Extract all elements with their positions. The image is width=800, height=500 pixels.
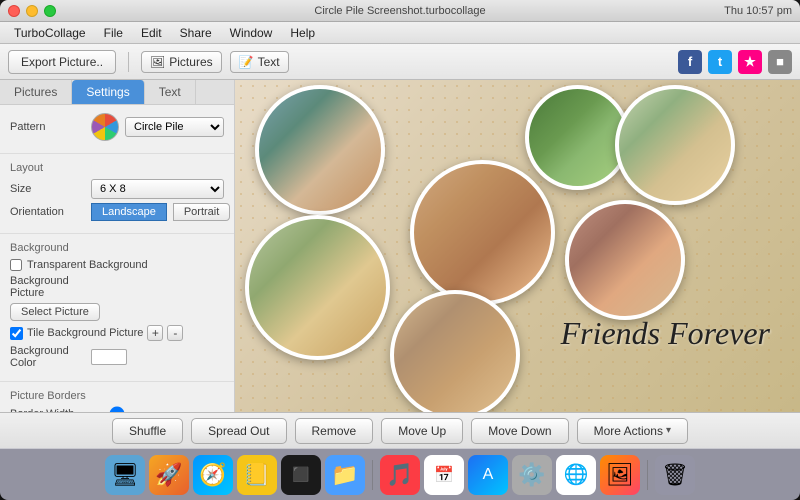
dock-trash[interactable]: 🗑 [655,455,695,495]
pattern-swatch[interactable] [91,113,119,141]
menu-bar: TurboCollage File Edit Share Window Help [0,22,800,44]
toolbar-separator [128,52,129,72]
text-icon: 📝 [239,55,254,69]
tab-pictures[interactable]: Pictures [0,80,72,104]
photo-circle-3[interactable] [615,85,735,205]
dock-separator [372,460,373,490]
maximize-button[interactable] [44,5,56,17]
app-toolbar: Export Picture.. 🖼 Pictures 📝 Text f t ★… [0,44,800,80]
size-label: Size [10,183,85,195]
menu-window[interactable]: Window [222,24,281,42]
facebook-icon[interactable]: f [678,50,702,74]
tile-remove-button[interactable]: - [167,325,183,341]
photo-circle-6[interactable] [390,290,520,412]
tile-add-button[interactable]: + [147,325,163,341]
twitter-icon[interactable]: t [708,50,732,74]
menu-share[interactable]: Share [172,24,220,42]
window-frame: Circle Pile Screenshot.turbocollage Thu … [0,0,800,500]
export-button[interactable]: Export Picture.. [8,50,116,74]
size-select[interactable]: 6 X 8 [91,179,224,199]
content-area: Pictures Settings Text Pattern Circle Pi… [0,80,800,412]
menu-edit[interactable]: Edit [133,24,170,42]
photo-circle-5[interactable] [245,215,390,360]
text-overlay: Friends Forever [561,315,770,352]
dock: 🖥 🚀 🧭 📒 ⬛ 📁 🎵 📅 A ⚙️ 🌐 🖼 🗑 [0,448,800,500]
pictures-toolbar-button[interactable]: 🖼 Pictures [141,51,222,73]
pattern-label: Pattern [10,121,85,133]
dock-finder[interactable]: 🖥 [105,455,145,495]
title-bar-right: Thu 10:57 pm [724,5,792,17]
background-section: Background Transparent Background Backgr… [0,234,234,382]
image-icon: 🖼 [150,55,165,69]
bottom-bar: Shuffle Spread Out Remove Move Up Move D… [0,412,800,448]
text-toolbar-button[interactable]: 📝 Text [230,51,289,73]
dropdown-arrow-icon: ▾ [666,425,671,436]
photo-circle-4[interactable] [410,160,555,305]
window-controls [8,5,56,17]
more-actions-button[interactable]: More Actions ▾ [577,418,688,444]
menu-turbocollage[interactable]: TurboCollage [6,24,94,42]
app-body: Pictures Settings Text Pattern Circle Pi… [0,80,800,448]
dock-chrome[interactable]: 🌐 [556,455,596,495]
picture-borders-section: Picture Borders Border Width Border Colo… [0,382,234,412]
select-picture-button[interactable]: Select Picture [10,303,100,321]
tile-row: Tile Background Picture + - [10,325,224,341]
window-title: Circle Pile Screenshot.turbocollage [314,5,485,17]
bg-picture-label: Background Picture [10,275,85,299]
dock-terminal[interactable]: ⬛ [281,455,321,495]
move-down-button[interactable]: Move Down [471,418,568,444]
pattern-select[interactable]: Circle Pile [125,117,224,137]
close-button[interactable] [8,5,20,17]
minimize-button[interactable] [26,5,38,17]
dock-calendar[interactable]: 📅 [424,455,464,495]
tab-text[interactable]: Text [145,80,196,104]
menu-help[interactable]: Help [282,24,323,42]
pattern-section: Pattern Circle Pile [0,105,234,154]
flickr-icon[interactable]: ★ [738,50,762,74]
dock-launchpad[interactable]: 🚀 [149,455,189,495]
remove-button[interactable]: Remove [295,418,374,444]
transparent-bg-label: Transparent Background [27,259,148,271]
photo-circle-7[interactable] [565,200,685,320]
dock-safari[interactable]: 🧭 [193,455,233,495]
left-panel: Pictures Settings Text Pattern Circle Pi… [0,80,235,412]
dock-settings[interactable]: ⚙️ [512,455,552,495]
layout-label: Layout [10,162,224,174]
shuffle-button[interactable]: Shuffle [112,418,183,444]
bg-color-label: Background Color [10,345,85,369]
clock: Thu 10:57 pm [724,5,792,17]
dock-notes[interactable]: 📒 [237,455,277,495]
spread-out-button[interactable]: Spread Out [191,418,286,444]
layout-section: Layout Size 6 X 8 Orientation Landscape … [0,154,234,234]
bg-color-swatch[interactable] [91,349,127,365]
orientation-label: Orientation [10,206,85,218]
menu-file[interactable]: File [96,24,131,42]
panel-tabs: Pictures Settings Text [0,80,234,105]
transparent-bg-row: Transparent Background [10,259,224,271]
social-icons: f t ★ ■ [678,50,792,74]
dock-photos[interactable]: 🖼 [600,455,640,495]
photo-circle-1[interactable] [255,85,385,215]
transparent-bg-checkbox[interactable] [10,259,22,271]
dock-files[interactable]: 📁 [325,455,365,495]
portrait-button[interactable]: Portrait [173,203,230,221]
picture-borders-label: Picture Borders [10,390,224,402]
landscape-button[interactable]: Landscape [91,203,167,221]
tab-settings[interactable]: Settings [72,80,144,104]
background-label: Background [10,242,224,254]
other-share-icon[interactable]: ■ [768,50,792,74]
dock-separator-2 [647,460,648,490]
tile-bg-label: Tile Background Picture [27,327,143,339]
dock-appstore[interactable]: A [468,455,508,495]
photo-circle-2[interactable] [525,85,630,190]
title-bar: Circle Pile Screenshot.turbocollage Thu … [0,0,800,22]
tile-bg-checkbox[interactable] [10,327,23,340]
dock-music[interactable]: 🎵 [380,455,420,495]
canvas-area[interactable]: Friends Forever [235,80,800,412]
move-up-button[interactable]: Move Up [381,418,463,444]
